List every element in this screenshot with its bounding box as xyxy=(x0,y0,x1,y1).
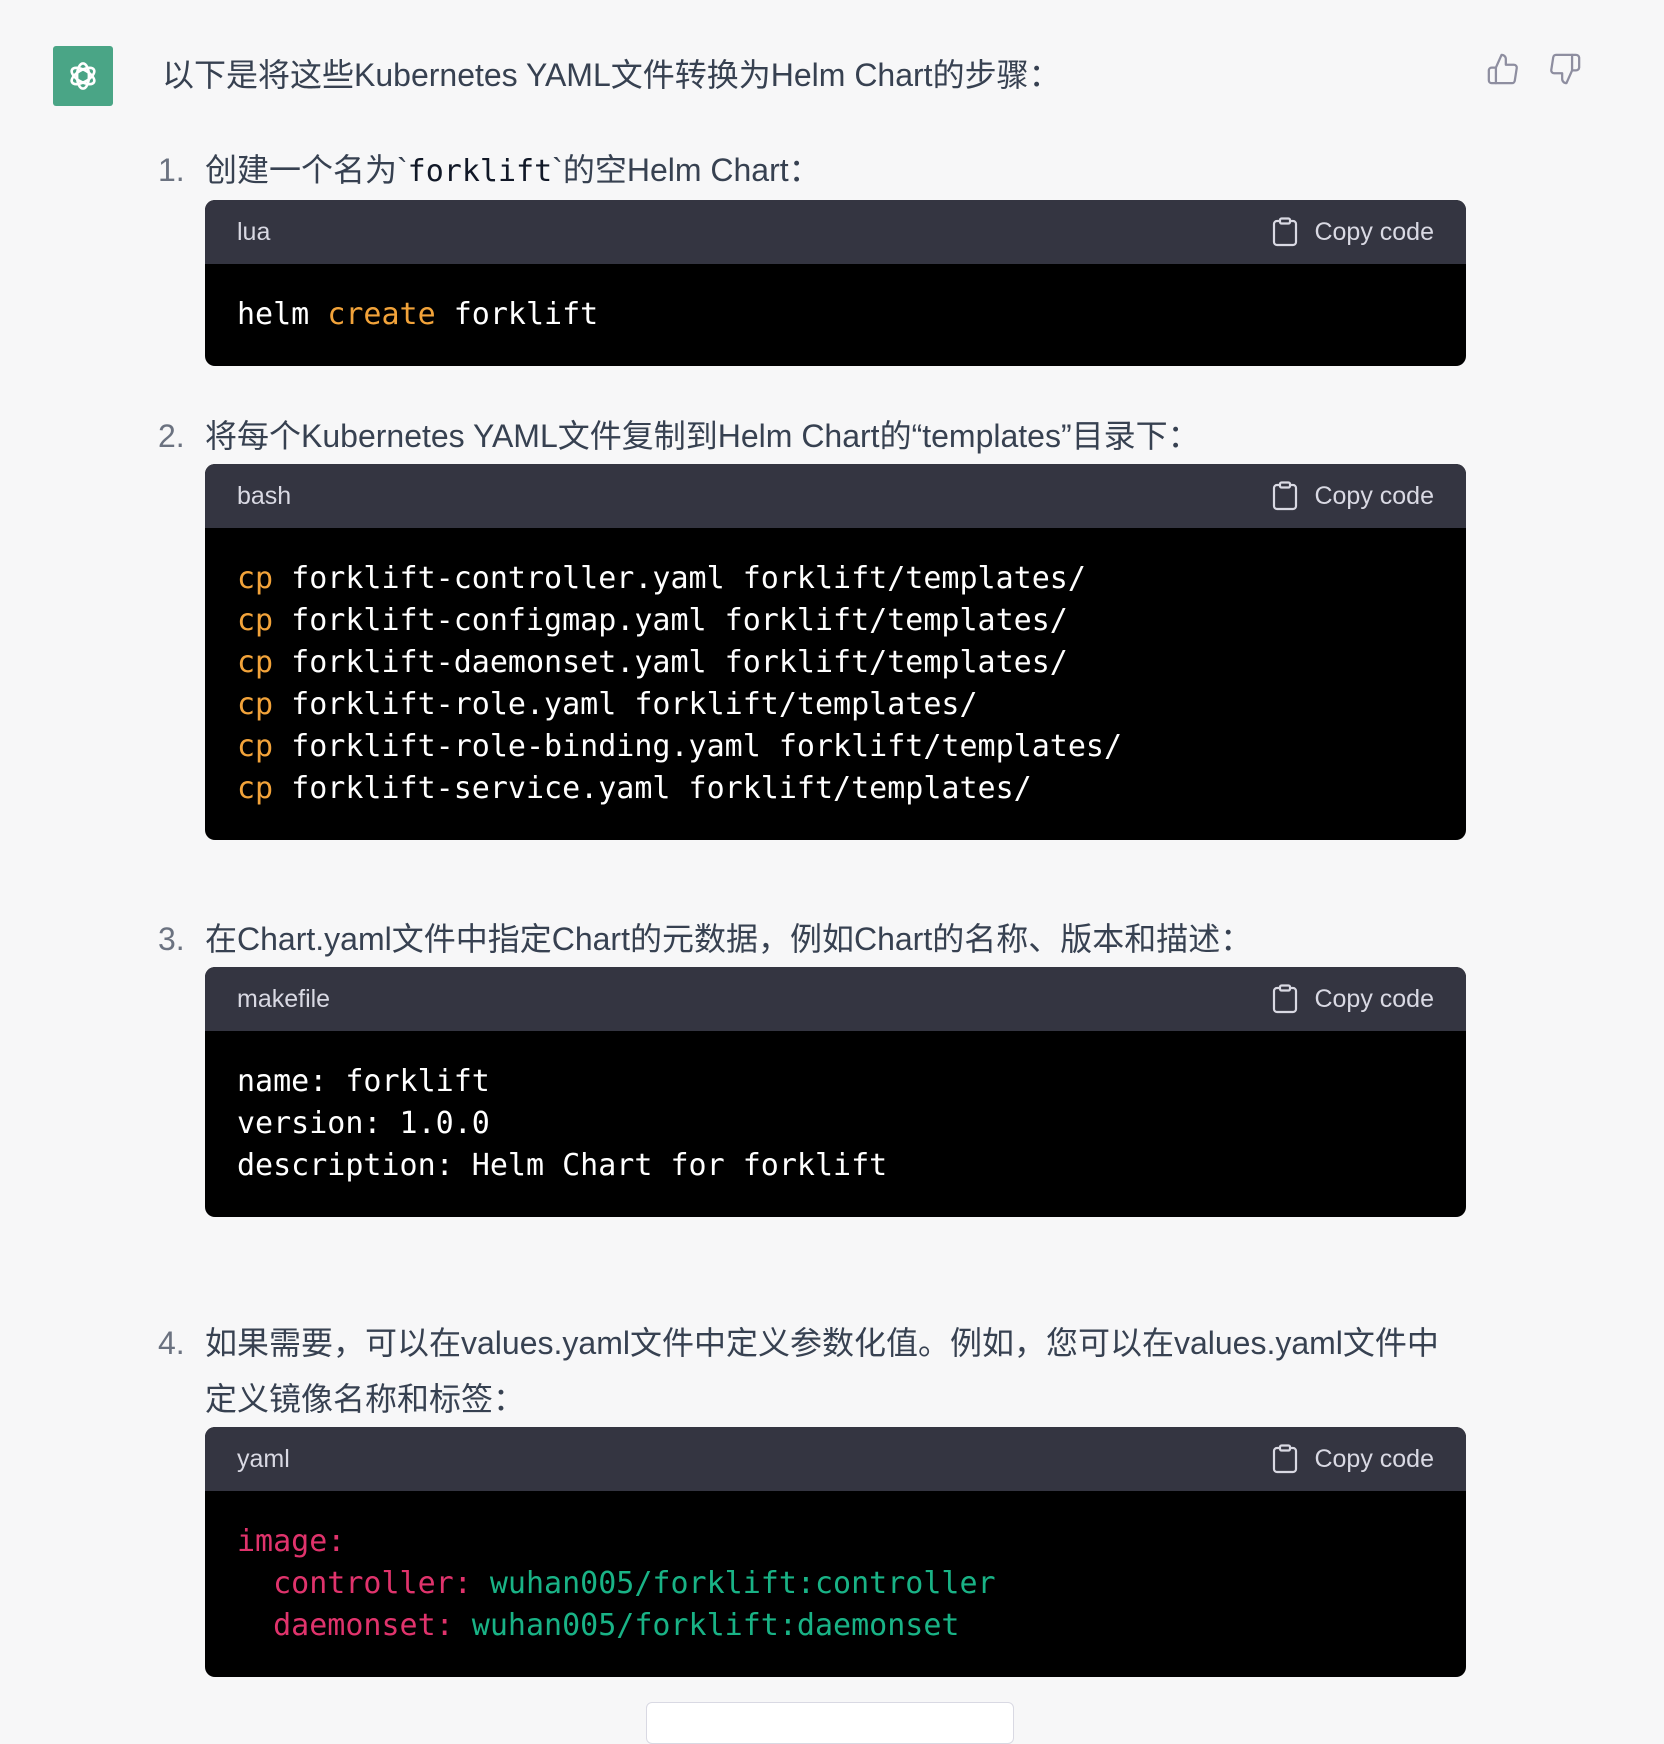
clipboard-icon xyxy=(1273,1444,1298,1474)
step-number: 2. xyxy=(158,418,185,454)
code-header: lua Copy code xyxy=(205,200,1466,264)
code-language: makefile xyxy=(237,984,331,1013)
copy-code-button[interactable]: Copy code xyxy=(1272,481,1434,511)
code-line: description: Helm Chart for forklift xyxy=(237,1148,888,1183)
step-3: 3. 在Chart.yaml文件中指定Chart的元数据，例如Chart的名称、… xyxy=(158,911,1468,1217)
thumbs-down-icon[interactable] xyxy=(1548,52,1582,86)
copy-code-label: Copy code xyxy=(1314,1444,1434,1473)
step-2: 2. 将每个Kubernetes YAML文件复制到Helm Chart的“te… xyxy=(158,408,1468,840)
step-text: 创建一个名为`forklift`的空Helm Chart： xyxy=(205,152,821,189)
code-language: bash xyxy=(237,481,292,510)
copy-code-label: Copy code xyxy=(1314,217,1434,246)
step-1: 1. 创建一个名为`forklift`的空Helm Chart： lua Cop… xyxy=(158,142,1468,366)
regenerate-button[interactable] xyxy=(646,1702,1014,1744)
step-number: 1. xyxy=(158,152,185,188)
copy-code-button[interactable]: Copy code xyxy=(1272,217,1434,247)
code-line: helm create forklift xyxy=(237,297,599,332)
step-text: 将每个Kubernetes YAML文件复制到Helm Chart的“templ… xyxy=(205,418,1200,454)
clipboard-icon xyxy=(1273,984,1298,1014)
copy-code-button[interactable]: Copy code xyxy=(1272,1444,1434,1474)
code-block: makefile Copy code name: forklift versio… xyxy=(205,967,1466,1217)
code-content: image: controller: wuhan005/forklift:con… xyxy=(205,1491,1466,1677)
feedback-buttons xyxy=(1486,52,1582,86)
copy-code-button[interactable]: Copy code xyxy=(1272,984,1434,1014)
step-text: 如果需要，可以在values.yaml文件中定义参数化值。例如，您可以在valu… xyxy=(205,1325,1439,1417)
code-line: cp forklift-controller.yaml forklift/tem… xyxy=(237,561,1086,596)
clipboard-icon xyxy=(1273,217,1298,247)
openai-logo-icon xyxy=(70,62,96,90)
code-content: cp forklift-controller.yaml forklift/tem… xyxy=(205,528,1466,840)
copy-code-label: Copy code xyxy=(1314,481,1434,510)
code-language: yaml xyxy=(237,1444,290,1473)
code-line: name: forklift xyxy=(237,1064,490,1099)
code-line: cp forklift-configmap.yaml forklift/temp… xyxy=(237,603,1068,638)
code-line: cp forklift-role.yaml forklift/templates… xyxy=(237,687,978,722)
code-block: yaml Copy code image: controller: wuhan0… xyxy=(205,1427,1466,1677)
copy-code-label: Copy code xyxy=(1314,984,1434,1013)
code-header: yaml Copy code xyxy=(205,1427,1466,1491)
code-line: controller: wuhan005/forklift:controller xyxy=(237,1566,996,1601)
step-number: 3. xyxy=(158,921,185,957)
code-line: image: xyxy=(237,1524,346,1559)
step-4: 4. 如果需要，可以在values.yaml文件中定义参数化值。例如，您可以在v… xyxy=(158,1315,1468,1677)
assistant-avatar xyxy=(53,46,113,106)
inline-code: forklift xyxy=(407,154,553,189)
code-block: bash Copy code cp forklift-controller.ya… xyxy=(205,464,1466,840)
clipboard-icon xyxy=(1273,481,1298,511)
step-text: 在Chart.yaml文件中指定Chart的元数据，例如Chart的名称、版本和… xyxy=(205,921,1253,957)
code-line: cp forklift-daemonset.yaml forklift/temp… xyxy=(237,645,1068,680)
code-block: lua Copy code helm create forklift xyxy=(205,200,1466,366)
code-content: name: forklift version: 1.0.0 descriptio… xyxy=(205,1031,1466,1217)
code-line: cp forklift-service.yaml forklift/templa… xyxy=(237,771,1032,806)
code-line: version: 1.0.0 xyxy=(237,1106,490,1141)
code-language: lua xyxy=(237,217,271,246)
code-header: makefile Copy code xyxy=(205,967,1466,1031)
step-number: 4. xyxy=(158,1325,185,1361)
code-line: cp forklift-role-binding.yaml forklift/t… xyxy=(237,729,1123,764)
code-header: bash Copy code xyxy=(205,464,1466,528)
code-line: daemonset: wuhan005/forklift:daemonset xyxy=(237,1608,960,1643)
response-intro: 以下是将这些Kubernetes YAML文件转换为Helm Chart的步骤： xyxy=(162,57,1061,93)
code-content: helm create forklift xyxy=(205,264,1466,366)
thumbs-up-icon[interactable] xyxy=(1486,52,1520,86)
